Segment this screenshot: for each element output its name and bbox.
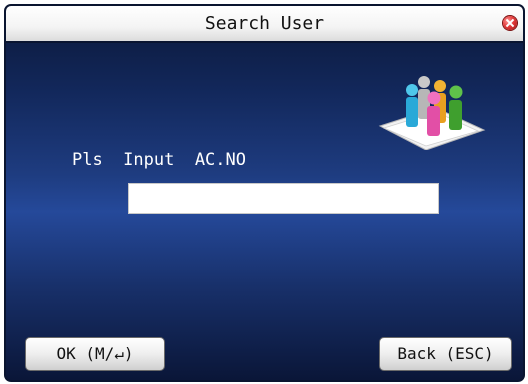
dialog-title: Search User [204,13,325,34]
ac-no-input[interactable] [128,183,439,214]
search-user-dialog: Search User Pls Input AC.NO OK (M/↵) Bac… [4,4,525,382]
users-group-icon [378,76,486,150]
back-button[interactable]: Back (ESC) [379,337,512,371]
close-icon[interactable] [503,16,517,30]
device-screen: Search User Pls Input AC.NO OK (M/↵) Bac… [0,0,528,384]
title-bar: Search User [6,6,523,43]
ac-no-prompt-label: Pls Input AC.NO [72,150,246,170]
ok-button[interactable]: OK (M/↵) [25,337,165,371]
